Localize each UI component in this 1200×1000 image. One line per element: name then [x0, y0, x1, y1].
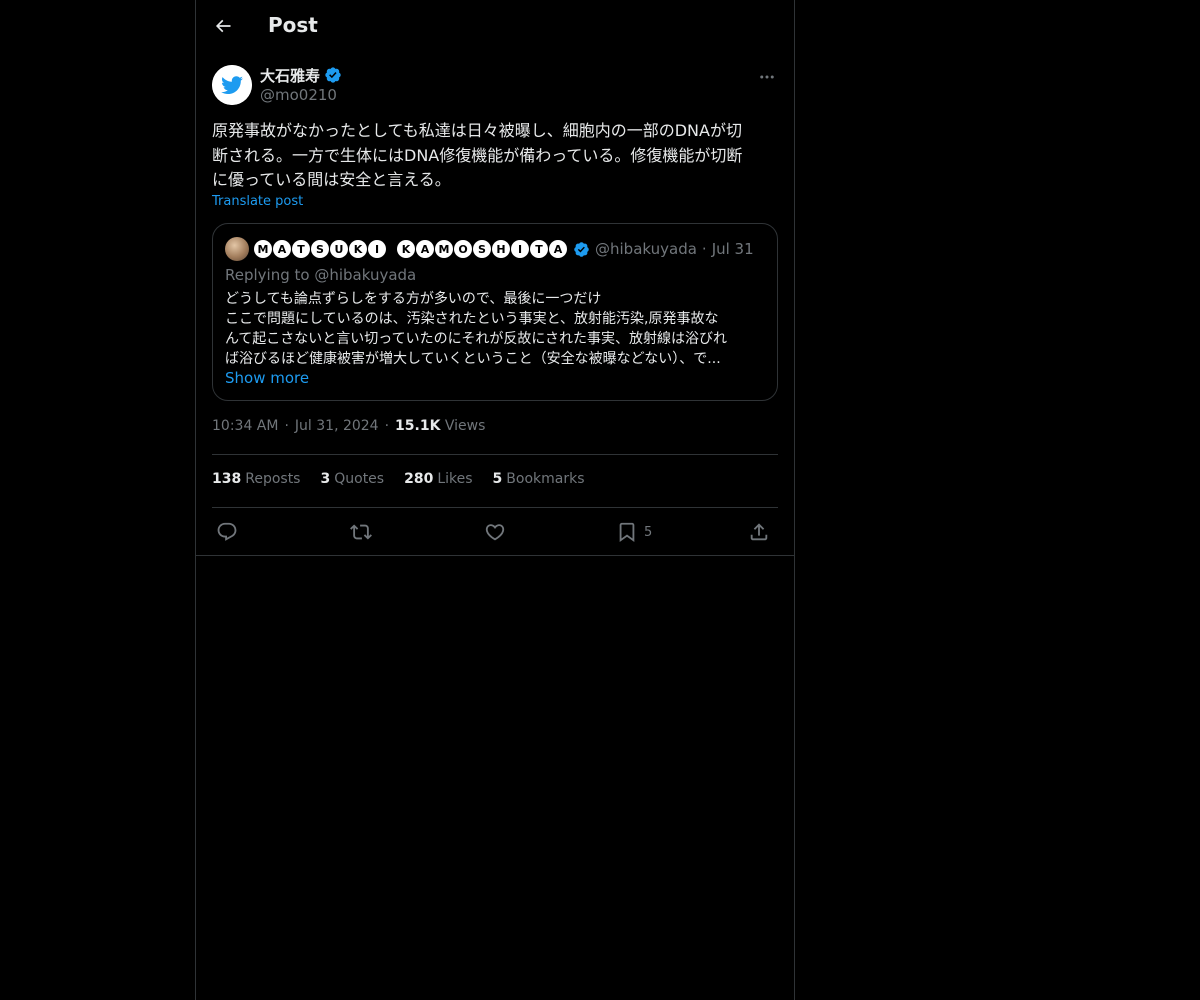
avatar[interactable]	[212, 65, 252, 105]
name-letter: M	[254, 240, 272, 258]
repost-button[interactable]	[350, 520, 372, 544]
quoted-handle[interactable]: @hibakuyada	[595, 240, 697, 258]
name-letter: O	[454, 240, 472, 258]
separator-dot: ·	[701, 240, 707, 258]
name-letter: A	[416, 240, 434, 258]
quoted-post-header: MATSUKIKAMOSHITA @hibakuyada · Jul 31	[225, 236, 754, 262]
views: 15.1K Views	[395, 418, 485, 434]
share-button[interactable]	[748, 520, 770, 544]
separator-dot: ·	[384, 418, 390, 434]
name-letter: M	[435, 240, 453, 258]
back-button[interactable]	[212, 15, 234, 37]
quoted-text-line: ここで問題にしているのは、汚染されたという事実と、放射能汚染,原発事故な	[225, 311, 719, 327]
more-button[interactable]	[756, 66, 778, 88]
post-text-line: に優っている間は安全と言える。	[212, 170, 451, 189]
author-name-row: 大石雅寿	[260, 64, 342, 86]
reposts-stat[interactable]: 138 Reposts	[212, 471, 300, 493]
name-letter: U	[330, 240, 348, 258]
quoted-avatar[interactable]	[225, 237, 249, 261]
twitter-bird-icon	[212, 65, 252, 105]
author-handle[interactable]: @mo0210	[260, 86, 337, 104]
quoted-post[interactable]: MATSUKIKAMOSHITA @hibakuyada · Jul 31 Re…	[212, 223, 778, 401]
stat-number: 280	[404, 471, 434, 487]
post-column: Post 大石雅寿 @mo0210 原発事故がなかったとしても私達は日々被曝し、…	[195, 0, 795, 1000]
translate-post-link[interactable]: Translate post	[212, 194, 303, 209]
author-name[interactable]: 大石雅寿	[260, 65, 320, 86]
quoted-date[interactable]: Jul 31	[712, 240, 754, 258]
name-letter: T	[530, 240, 548, 258]
stat-number: 5	[492, 471, 503, 487]
quoted-text-line: ば浴びるほど健康被害が増大していくということ（安全な被曝などない）、で...	[225, 351, 721, 367]
bookmark-count: 5	[644, 524, 653, 540]
stat-number: 3	[320, 471, 331, 487]
post-time[interactable]: 10:34 AM	[212, 418, 278, 434]
action-bar: 5	[212, 518, 778, 546]
like-button[interactable]	[484, 520, 506, 544]
reply-icon	[217, 522, 237, 541]
top-bar: Post	[196, 0, 794, 53]
name-letter: A	[273, 240, 291, 258]
post-author: 大石雅寿 @mo0210	[212, 64, 778, 108]
stat-label: Quotes	[334, 471, 385, 487]
post-bottom-border	[196, 555, 794, 556]
replying-to: Replying to @hibakuyada	[225, 266, 416, 284]
views-label: Views	[444, 418, 486, 434]
verified-badge-icon	[325, 67, 341, 83]
separator-dot: ·	[284, 418, 289, 434]
bookmark-button[interactable]: 5	[616, 520, 652, 544]
quotes-stat[interactable]: 3 Quotes	[320, 471, 384, 493]
post-meta: 10:34 AM · Jul 31, 2024 · 15.1K Views	[212, 418, 485, 434]
post-text-line: 原発事故がなかったとしても私達は日々被曝し、細胞内の一部のDNAが切	[212, 121, 742, 140]
post-text: 原発事故がなかったとしても私達は日々被曝し、細胞内の一部のDNAが切 断される。…	[212, 119, 778, 193]
post-text-line: 断される。一方で生体にはDNA修復機能が備わっている。修復機能が切断	[212, 145, 743, 165]
heart-icon	[485, 524, 505, 541]
share-icon	[750, 523, 768, 541]
bookmarks-stat[interactable]: 5 Bookmarks	[493, 471, 585, 493]
more-horizontal-icon	[760, 75, 774, 79]
name-letter: T	[292, 240, 310, 258]
page-title: Post	[268, 13, 318, 37]
name-letter: A	[549, 240, 567, 258]
reply-button[interactable]	[216, 520, 238, 544]
quoted-text-line: どうしても論点ずらしをする方が多いので、最後に一つだけ	[225, 291, 602, 307]
replying-prefix: Replying to	[225, 266, 315, 284]
quoted-text: どうしても論点ずらしをする方が多いので、最後に一つだけ ここで問題にしているのは…	[225, 289, 765, 369]
stat-label: Reposts	[245, 471, 301, 487]
name-letter: K	[349, 240, 367, 258]
show-more-link[interactable]: Show more	[225, 369, 309, 387]
quoted-text-line: んて起こさないと言い切っていたのにそれが反故にされた事実、放射線は浴びれ	[225, 331, 728, 347]
name-letter: I	[368, 240, 386, 258]
name-letter: S	[473, 240, 491, 258]
bookmark-icon	[619, 522, 635, 543]
quoted-author-name[interactable]: MATSUKIKAMOSHITA	[254, 240, 568, 258]
name-letter: I	[511, 240, 529, 258]
divider	[212, 454, 778, 455]
post-date[interactable]: Jul 31, 2024	[295, 418, 379, 434]
likes-stat[interactable]: 280 Likes	[404, 471, 472, 493]
name-letter: S	[311, 240, 329, 258]
engagement-stats: 138 Reposts 3 Quotes 280 Likes 5 Bookmarks	[212, 471, 585, 493]
stat-number: 138	[212, 471, 242, 487]
stat-label: Likes	[437, 471, 473, 487]
verified-badge-icon	[574, 241, 589, 257]
views-count: 15.1K	[395, 418, 441, 434]
stat-label: Bookmarks	[506, 471, 585, 487]
arrow-left-icon	[215, 19, 231, 33]
name-letter: H	[492, 240, 510, 258]
divider	[212, 507, 778, 508]
replying-mention[interactable]: @hibakuyada	[314, 266, 416, 284]
repost-icon	[350, 524, 372, 540]
name-letter: K	[397, 240, 415, 258]
